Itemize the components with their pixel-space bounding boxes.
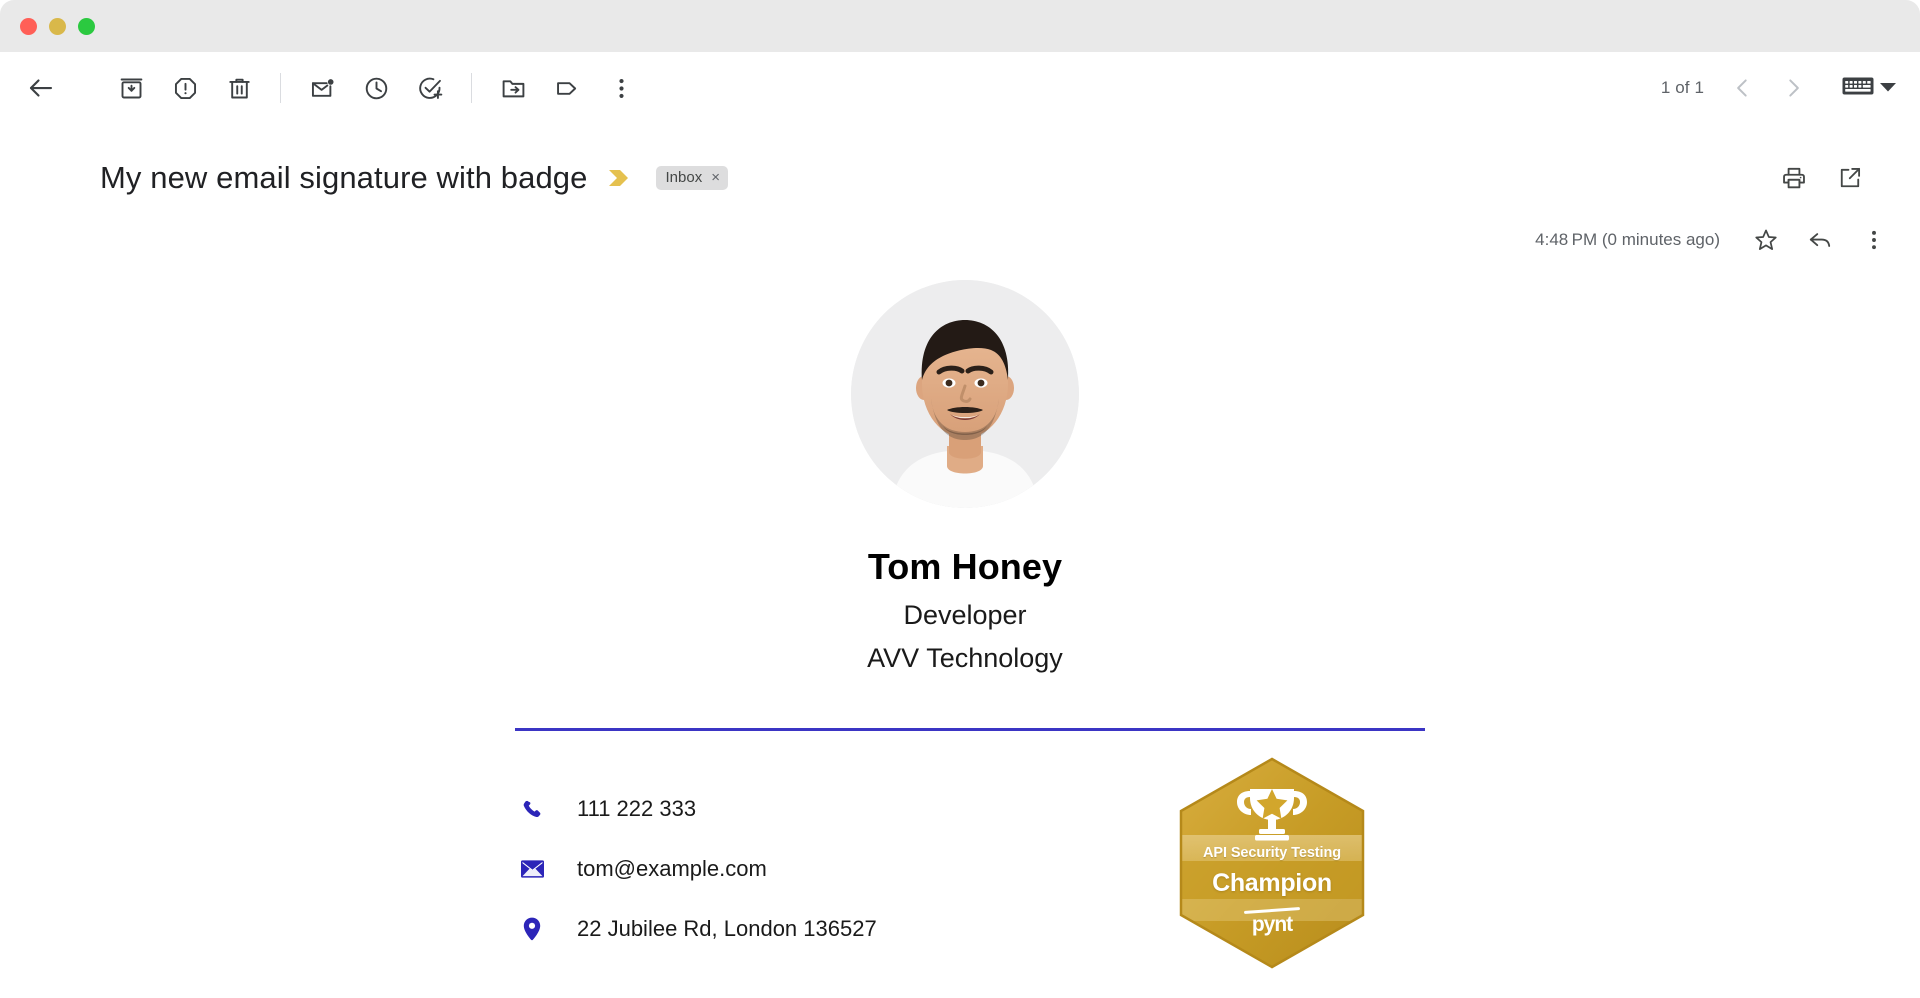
toolbar-group-secondary	[295, 61, 457, 115]
print-icon[interactable]	[1768, 152, 1820, 204]
label-chip-remove-icon[interactable]: ×	[711, 170, 720, 185]
archive-icon[interactable]	[104, 61, 158, 115]
toolbar-divider-2	[471, 73, 472, 103]
open-in-new-window-icon[interactable]	[1824, 152, 1876, 204]
browser-window: 1 of 1 My new email signature with badge…	[0, 0, 1920, 998]
phone-icon	[515, 798, 549, 820]
message-meta-row: 4:48 PM (0 minutes ago)	[0, 204, 1920, 266]
back-icon[interactable]	[14, 61, 68, 115]
label-chip-text: Inbox	[665, 169, 703, 186]
report-spam-icon[interactable]	[158, 61, 212, 115]
badge-line1: API Security Testing	[1203, 845, 1341, 861]
contact-row-phone: 111 222 333	[515, 779, 1167, 839]
contact-phone-value[interactable]: 111 222 333	[577, 796, 696, 822]
label-chip-inbox[interactable]: Inbox ×	[655, 166, 728, 190]
snooze-icon[interactable]	[349, 61, 403, 115]
subject-actions	[1768, 152, 1896, 204]
add-to-tasks-icon[interactable]	[403, 61, 457, 115]
badge-line2: Champion	[1212, 869, 1332, 897]
signature-contacts: 111 222 333 tom@example.com 22 Jubilee R…	[515, 779, 1167, 959]
email-signature: Tom Honey Developer AVV Technology 111 2…	[505, 280, 1425, 969]
location-icon	[515, 917, 549, 941]
contact-email-value[interactable]: tom@example.com	[577, 856, 767, 882]
signature-company: AVV Technology	[867, 643, 1063, 673]
signature-bottom: 111 222 333 tom@example.com 22 Jubilee R…	[515, 757, 1415, 969]
important-marker-icon[interactable]	[608, 168, 634, 188]
title-bar	[0, 0, 1920, 52]
signature-name: Tom Honey	[867, 546, 1063, 587]
window-close-button[interactable]	[20, 17, 37, 35]
message-toolbar: 1 of 1	[0, 52, 1920, 124]
pager-prev-icon[interactable]	[1720, 65, 1766, 111]
email-icon	[515, 860, 549, 878]
delete-icon[interactable]	[212, 61, 266, 115]
badge-brand-text: pynt	[1251, 913, 1293, 936]
toolbar-group-navigation	[14, 61, 68, 115]
pager-count: 1 of 1	[1660, 78, 1704, 97]
contact-row-email: tom@example.com	[515, 839, 1167, 899]
keyboard-icon[interactable]	[1842, 75, 1874, 102]
signature-divider	[515, 728, 1425, 731]
message-timestamp: 4:48 PM (0 minutes ago)	[1535, 230, 1720, 249]
badge-wrapper: API Security Testing Champion pynt	[1167, 757, 1377, 969]
achievement-badge: API Security Testing Champion pynt	[1177, 757, 1367, 969]
window-zoom-button[interactable]	[78, 17, 95, 35]
pager: 1 of 1	[1661, 65, 1896, 111]
chevron-down-icon[interactable]	[1880, 79, 1896, 97]
subject-row: My new email signature with badge Inbox …	[0, 124, 1920, 204]
contact-address-value: 22 Jubilee Rd, London 136527	[577, 916, 877, 941]
star-icon[interactable]	[1740, 214, 1792, 266]
more-vert-icon[interactable]	[1848, 214, 1900, 266]
more-icon[interactable]	[594, 61, 648, 115]
toolbar-group-primary	[104, 61, 266, 115]
labels-icon[interactable]	[540, 61, 594, 115]
signature-role: Developer	[903, 600, 1027, 630]
message-body: Tom Honey Developer AVV Technology 111 2…	[0, 266, 1920, 969]
window-minimize-button[interactable]	[49, 17, 66, 35]
reply-icon[interactable]	[1794, 214, 1846, 266]
mark-unread-icon[interactable]	[295, 61, 349, 115]
input-tools-selector[interactable]	[1842, 75, 1896, 102]
move-to-icon[interactable]	[486, 61, 540, 115]
avatar-wrapper	[515, 280, 1415, 508]
toolbar-group-organize	[486, 61, 648, 115]
toolbar-divider-1	[280, 73, 281, 103]
badge-brand: pynt	[1177, 907, 1367, 937]
contact-row-address: 22 Jubilee Rd, London 136527	[515, 899, 1167, 959]
pager-next-icon[interactable]	[1770, 65, 1816, 111]
avatar	[851, 280, 1079, 508]
page-title: My new email signature with badge	[100, 160, 588, 196]
